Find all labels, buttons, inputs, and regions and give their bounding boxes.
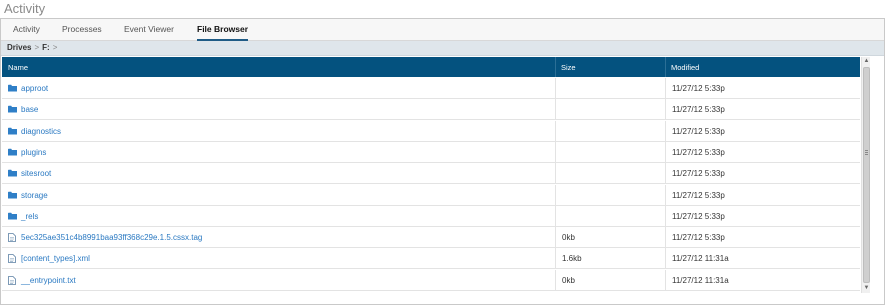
file-icon xyxy=(8,233,16,244)
column-divider xyxy=(555,227,556,249)
thumb-grip xyxy=(865,152,868,153)
column-divider xyxy=(665,141,666,163)
thumb-grip xyxy=(865,150,868,151)
folder-icon xyxy=(8,84,17,94)
file-icon xyxy=(8,275,16,287)
cell-modified: 11/27/12 5:33p xyxy=(672,84,725,93)
table-row[interactable]: 5ec325ae351c4b8991baa93ff368c29e.1.5.css… xyxy=(2,227,860,249)
column-divider xyxy=(665,163,666,185)
column-header-size[interactable]: Size xyxy=(561,63,576,72)
table-row[interactable]: [content_types].xml 1.6kb 11/27/12 11:31a xyxy=(2,248,860,270)
folder-icon xyxy=(8,148,17,158)
column-divider xyxy=(665,205,666,227)
table-header: Name Size Modified xyxy=(2,57,860,77)
scroll-down-arrow-icon[interactable]: ▼ xyxy=(863,285,870,292)
file-name-link[interactable]: diagnostics xyxy=(21,127,61,136)
cell-modified: 11/27/12 5:33p xyxy=(672,211,725,221)
table-row[interactable]: diagnostics 11/27/12 5:33p xyxy=(2,120,860,142)
cell-modified: 11/27/12 11:31a xyxy=(672,275,729,285)
column-divider xyxy=(555,205,556,227)
file-name-link[interactable]: 5ec325ae351c4b8991baa93ff368c29e.1.5.css… xyxy=(21,233,202,242)
tab-event-viewer[interactable]: Event Viewer xyxy=(124,24,174,41)
thumb-grip xyxy=(865,154,868,155)
cell-size: 1.6kb xyxy=(562,254,582,264)
table-row[interactable]: plugins 11/27/12 5:33p xyxy=(2,141,860,163)
table-row[interactable]: __entrypoint.txt 0kb 11/27/12 11:31a xyxy=(2,269,860,291)
vertical-scrollbar[interactable]: ▲ ▼ xyxy=(861,57,870,293)
cell-modified: 11/27/12 5:33p xyxy=(672,105,725,115)
column-divider xyxy=(665,227,666,249)
column-divider xyxy=(555,99,556,121)
column-header-modified[interactable]: Modified xyxy=(671,63,699,72)
folder-icon xyxy=(8,127,17,137)
column-divider xyxy=(555,269,556,291)
file-name-link[interactable]: base xyxy=(21,105,38,114)
column-divider xyxy=(665,184,666,206)
column-divider xyxy=(665,99,666,121)
scroll-thumb[interactable] xyxy=(863,67,870,283)
file-icon xyxy=(8,254,16,265)
tab-file-browser[interactable]: File Browser xyxy=(197,24,249,41)
column-divider xyxy=(555,163,556,185)
column-divider xyxy=(555,120,556,142)
column-divider xyxy=(665,120,666,142)
file-name-link[interactable]: sitesroot xyxy=(21,169,51,178)
file-name-link[interactable]: storage xyxy=(21,191,48,200)
cell-modified: 11/27/12 5:33p xyxy=(672,126,725,136)
cell-modified: 11/27/12 5:33p xyxy=(672,190,725,200)
folder-icon xyxy=(8,105,17,115)
column-divider xyxy=(665,57,666,77)
file-table: Name Size Modified approot 11/27/12 5:33p… xyxy=(2,57,860,293)
file-name-link[interactable]: __entrypoint.txt xyxy=(21,276,76,285)
breadcrumb-separator: > xyxy=(52,43,58,52)
column-divider xyxy=(555,57,556,77)
file-name-link[interactable]: [content_types].xml xyxy=(21,254,90,263)
cell-modified: 11/27/12 5:33p xyxy=(672,147,725,157)
column-divider xyxy=(555,78,556,99)
column-divider xyxy=(665,248,666,270)
file-name-link[interactable]: plugins xyxy=(21,148,46,157)
column-divider xyxy=(555,184,556,206)
tab-activity[interactable]: Activity xyxy=(13,24,40,41)
app-title: Activity xyxy=(4,1,46,16)
column-divider xyxy=(555,248,556,270)
folder-icon xyxy=(8,212,17,222)
cell-modified: 11/27/12 11:31a xyxy=(672,254,729,264)
table-row[interactable]: storage 11/27/12 5:33p xyxy=(2,184,860,206)
breadcrumb: Drives > F: > xyxy=(1,41,884,56)
table-row[interactable]: sitesroot 11/27/12 5:33p xyxy=(2,163,860,185)
table-row[interactable]: approot 11/27/12 5:33p xyxy=(2,78,860,99)
cell-modified: 11/27/12 5:33p xyxy=(672,169,725,179)
table-row[interactable]: _rels 11/27/12 5:33p xyxy=(2,205,860,227)
cell-size: 0kb xyxy=(562,233,575,243)
column-header-name[interactable]: Name xyxy=(8,63,28,72)
breadcrumb-drives[interactable]: Drives xyxy=(7,43,31,52)
tab-bar: Activity Processes Event Viewer File Bro… xyxy=(1,19,884,41)
breadcrumb-current[interactable]: F: xyxy=(42,43,50,52)
breadcrumb-separator: > xyxy=(34,43,40,52)
scroll-up-arrow-icon[interactable]: ▲ xyxy=(863,58,870,65)
column-divider xyxy=(555,141,556,163)
file-name-link[interactable]: approot xyxy=(21,84,48,93)
column-divider xyxy=(665,78,666,99)
table-row[interactable]: base 11/27/12 5:33p xyxy=(2,99,860,121)
file-name-link[interactable]: _rels xyxy=(21,212,38,221)
folder-icon xyxy=(8,169,17,179)
cell-size: 0kb xyxy=(562,275,575,285)
cell-modified: 11/27/12 5:33p xyxy=(672,233,725,243)
column-divider xyxy=(665,269,666,291)
folder-icon xyxy=(8,191,17,201)
tab-processes[interactable]: Processes xyxy=(62,24,102,41)
